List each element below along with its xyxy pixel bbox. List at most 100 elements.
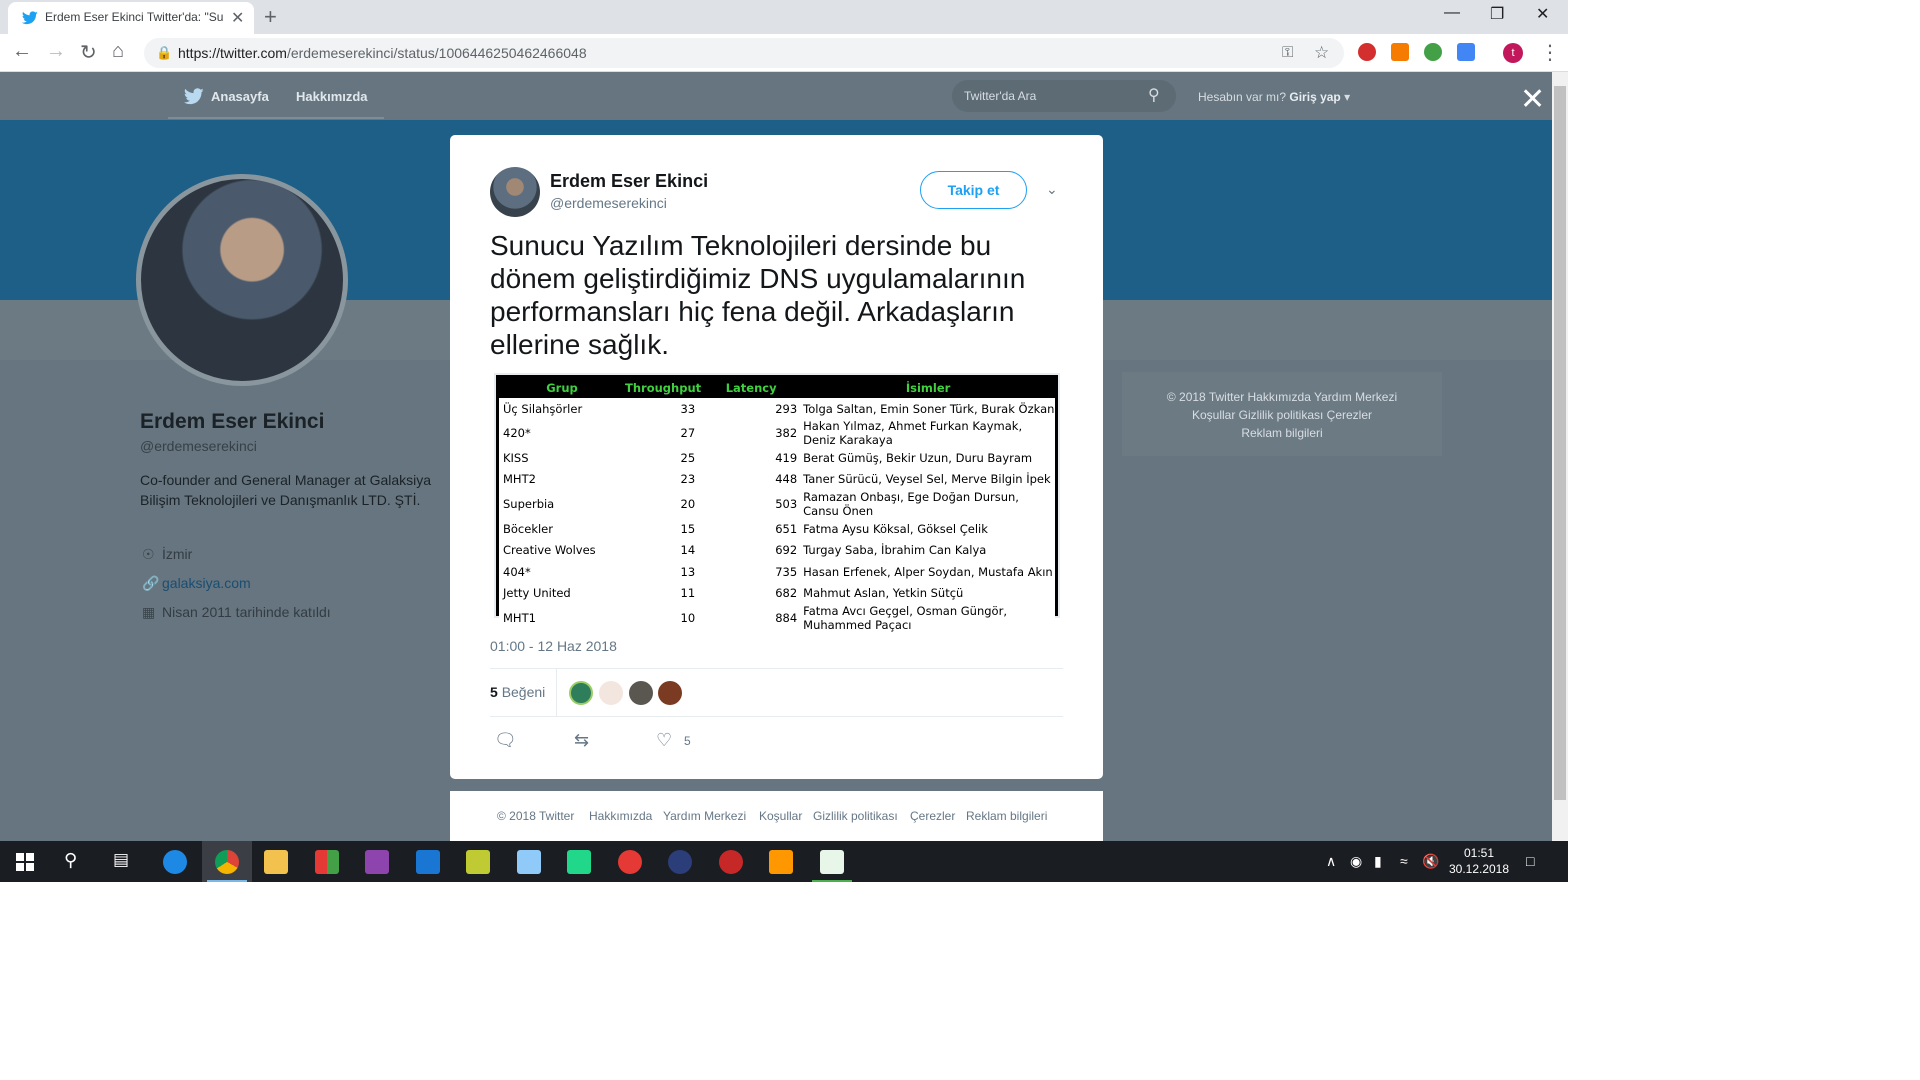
notepad-running-indicator [812,880,852,882]
side-footer-line2[interactable]: Koşullar Gizlilik politikası Çerezler [1122,406,1442,424]
notepad-icon[interactable] [820,850,844,874]
like-heart-icon[interactable]: ♡ [656,730,672,751]
tweet-author-avatar[interactable] [490,167,540,217]
search-taskbar-icon[interactable]: ⚲ [64,850,77,871]
cell-latency: 651 [701,518,802,540]
task-view-icon[interactable]: ▤ [113,850,129,870]
footer-help-link[interactable]: Yardım Merkezi [663,809,746,823]
taskbar-clock[interactable]: 01:51 30.12.2018 [1446,845,1512,877]
nav-about[interactable]: Hakkımızda [296,89,368,104]
login-link[interactable]: Giriş yap [1289,90,1340,104]
follow-button[interactable]: Takip et [920,171,1027,209]
retweet-icon[interactable]: ⇆ [574,730,589,751]
search-input[interactable]: Twitter'da Ara ⚲ [952,80,1176,112]
key-icon[interactable]: ⚿ [1282,44,1293,61]
footer-terms-link[interactable]: Koşullar [759,809,802,823]
scrollbar-thumb[interactable] [1554,86,1566,800]
virtualbox-icon[interactable] [517,850,541,874]
app-icon[interactable] [719,850,743,874]
footer-privacy-link[interactable]: Gizlilik politikası [813,809,898,823]
profile-avatar[interactable] [136,174,348,386]
cell-group: MHT2 [499,468,625,491]
cell-latency: 419 [701,447,802,469]
reply-icon[interactable]: 🗨 [494,730,517,751]
cell-throughput: 25 [625,447,702,469]
eclipse-icon[interactable] [668,850,692,874]
chart-extension-icon[interactable] [1391,43,1409,61]
office-icon[interactable] [315,850,339,874]
opera-icon[interactable] [618,850,642,874]
liker-avatar[interactable] [658,681,682,705]
visual-studio-icon[interactable] [365,850,389,874]
tray-app-icon[interactable]: ◉ [1350,853,1362,870]
likes-separator [556,668,557,716]
tweet-text: Sunucu Yazılım Teknolojileri dersinde bu… [490,230,1026,360]
battery-icon[interactable]: ▮ [1374,853,1382,870]
forward-icon[interactable]: → [46,40,66,63]
wifi-icon[interactable]: ≈ [1400,853,1408,869]
reload-icon[interactable]: ↻ [80,40,97,65]
tab-close-icon[interactable]: ✕ [231,8,244,28]
browser-tab[interactable]: Erdem Eser Ekinci Twitter'da: "Su ✕ [8,2,254,34]
sublime-icon[interactable] [769,850,793,874]
location-pin-icon: ☉ [142,546,155,562]
more-options-chevron-icon[interactable]: ⌄ [1046,181,1058,198]
pycharm-icon[interactable] [567,850,591,874]
cell-throughput: 27 [625,419,702,448]
tray-chevron-icon[interactable]: ∧ [1326,853,1336,870]
cell-names: Mahmut Aslan, Yetkin Sütçü [801,582,1055,604]
tweet-image[interactable]: Grup Throughput Latency İsimler Üç Silah… [494,373,1060,632]
back-icon[interactable]: ← [12,40,32,63]
footer-cookies-link[interactable]: Çerezler [910,809,955,823]
adblock-icon[interactable] [1358,43,1376,61]
globe-extension-icon[interactable] [1424,43,1442,61]
file-explorer-icon[interactable] [264,850,288,874]
new-tab-button[interactable]: + [264,4,277,30]
side-footer-line3[interactable]: Reklam bilgileri [1122,424,1442,442]
twitter-topnav: Anasayfa Hakkımızda Twitter'da Ara ⚲ Hes… [0,72,1552,120]
windows-start-icon[interactable] [16,853,34,871]
notifications-icon[interactable]: □ [1526,853,1534,869]
bookmark-star-icon[interactable]: ☆ [1314,43,1329,63]
menu-icon[interactable]: ⋮ [1540,40,1560,65]
address-bar[interactable]: 🔒 https://twitter.com/erdemeserekinci/st… [144,38,1344,68]
volume-mute-icon[interactable]: 🔇 [1422,853,1439,870]
modal-close-icon[interactable]: ✕ [1520,82,1545,117]
table-row: Superbia 20 503 Ramazan Onbaşı, Ege Doğan D… [499,490,1055,519]
minimize-icon[interactable]: — [1444,4,1460,22]
cell-names: Hasan Erfenek, Alper Soydan, Mustafa Akı… [801,560,1055,583]
profile-name[interactable]: Erdem Eser Ekinci [140,410,324,434]
liker-avatar[interactable] [629,681,653,705]
table-row: Üç Silahşörler 33 293 Tolga Saltan, Emin So… [499,398,1055,420]
likes-count: 5 [490,684,498,700]
chrome-icon[interactable] [215,850,239,874]
liker-avatar[interactable] [569,681,593,705]
vscode-icon[interactable] [416,850,440,874]
tweet-timestamp[interactable]: 01:00 - 12 Haz 2018 [490,638,617,654]
nav-divider [168,117,384,119]
edge-icon[interactable] [163,850,187,874]
tweet-author-name[interactable]: Erdem Eser Ekinci [550,171,708,192]
tweet-author-handle[interactable]: @erdemeserekinci [550,195,667,211]
footer-ads-link[interactable]: Reklam bilgileri [966,809,1047,823]
home-icon[interactable]: ⌂ [112,40,124,63]
window-close-icon[interactable]: ✕ [1536,4,1549,24]
footer-about-link[interactable]: Hakkımızda [589,809,652,823]
table-row: 420* 27 382 Hakan Yılmaz, Ahmet Furkan Kaym… [499,419,1055,448]
translate-icon[interactable] [1457,43,1475,61]
liker-avatar[interactable] [599,681,623,705]
cell-names: Hakan Yılmaz, Ahmet Furkan Kaymak, Deniz… [801,419,1055,448]
header-latency: Latency [725,381,777,395]
tools-icon[interactable] [466,850,490,874]
profile-avatar-icon[interactable]: t [1503,43,1523,63]
likes-summary[interactable]: 5 Beğeni [490,684,545,700]
profile-location: ☉ İzmir [142,546,193,562]
table-row: 404* 13 735 Hasan Erfenek, Alper Soydan, Mu… [499,560,1055,583]
website-link[interactable]: galaksiya.com [162,575,251,591]
profile-handle[interactable]: @erdemeserekinci [140,438,257,454]
maximize-icon[interactable]: ❐ [1490,4,1504,24]
search-icon[interactable]: ⚲ [1148,85,1160,105]
nav-home[interactable]: Anasayfa [211,89,269,104]
table-row: Creative Wolves 14 692 Turgay Saba, İbrahim… [499,539,1055,561]
side-footer-line1[interactable]: © 2018 Twitter Hakkımızda Yardım Merkezi [1122,388,1442,406]
